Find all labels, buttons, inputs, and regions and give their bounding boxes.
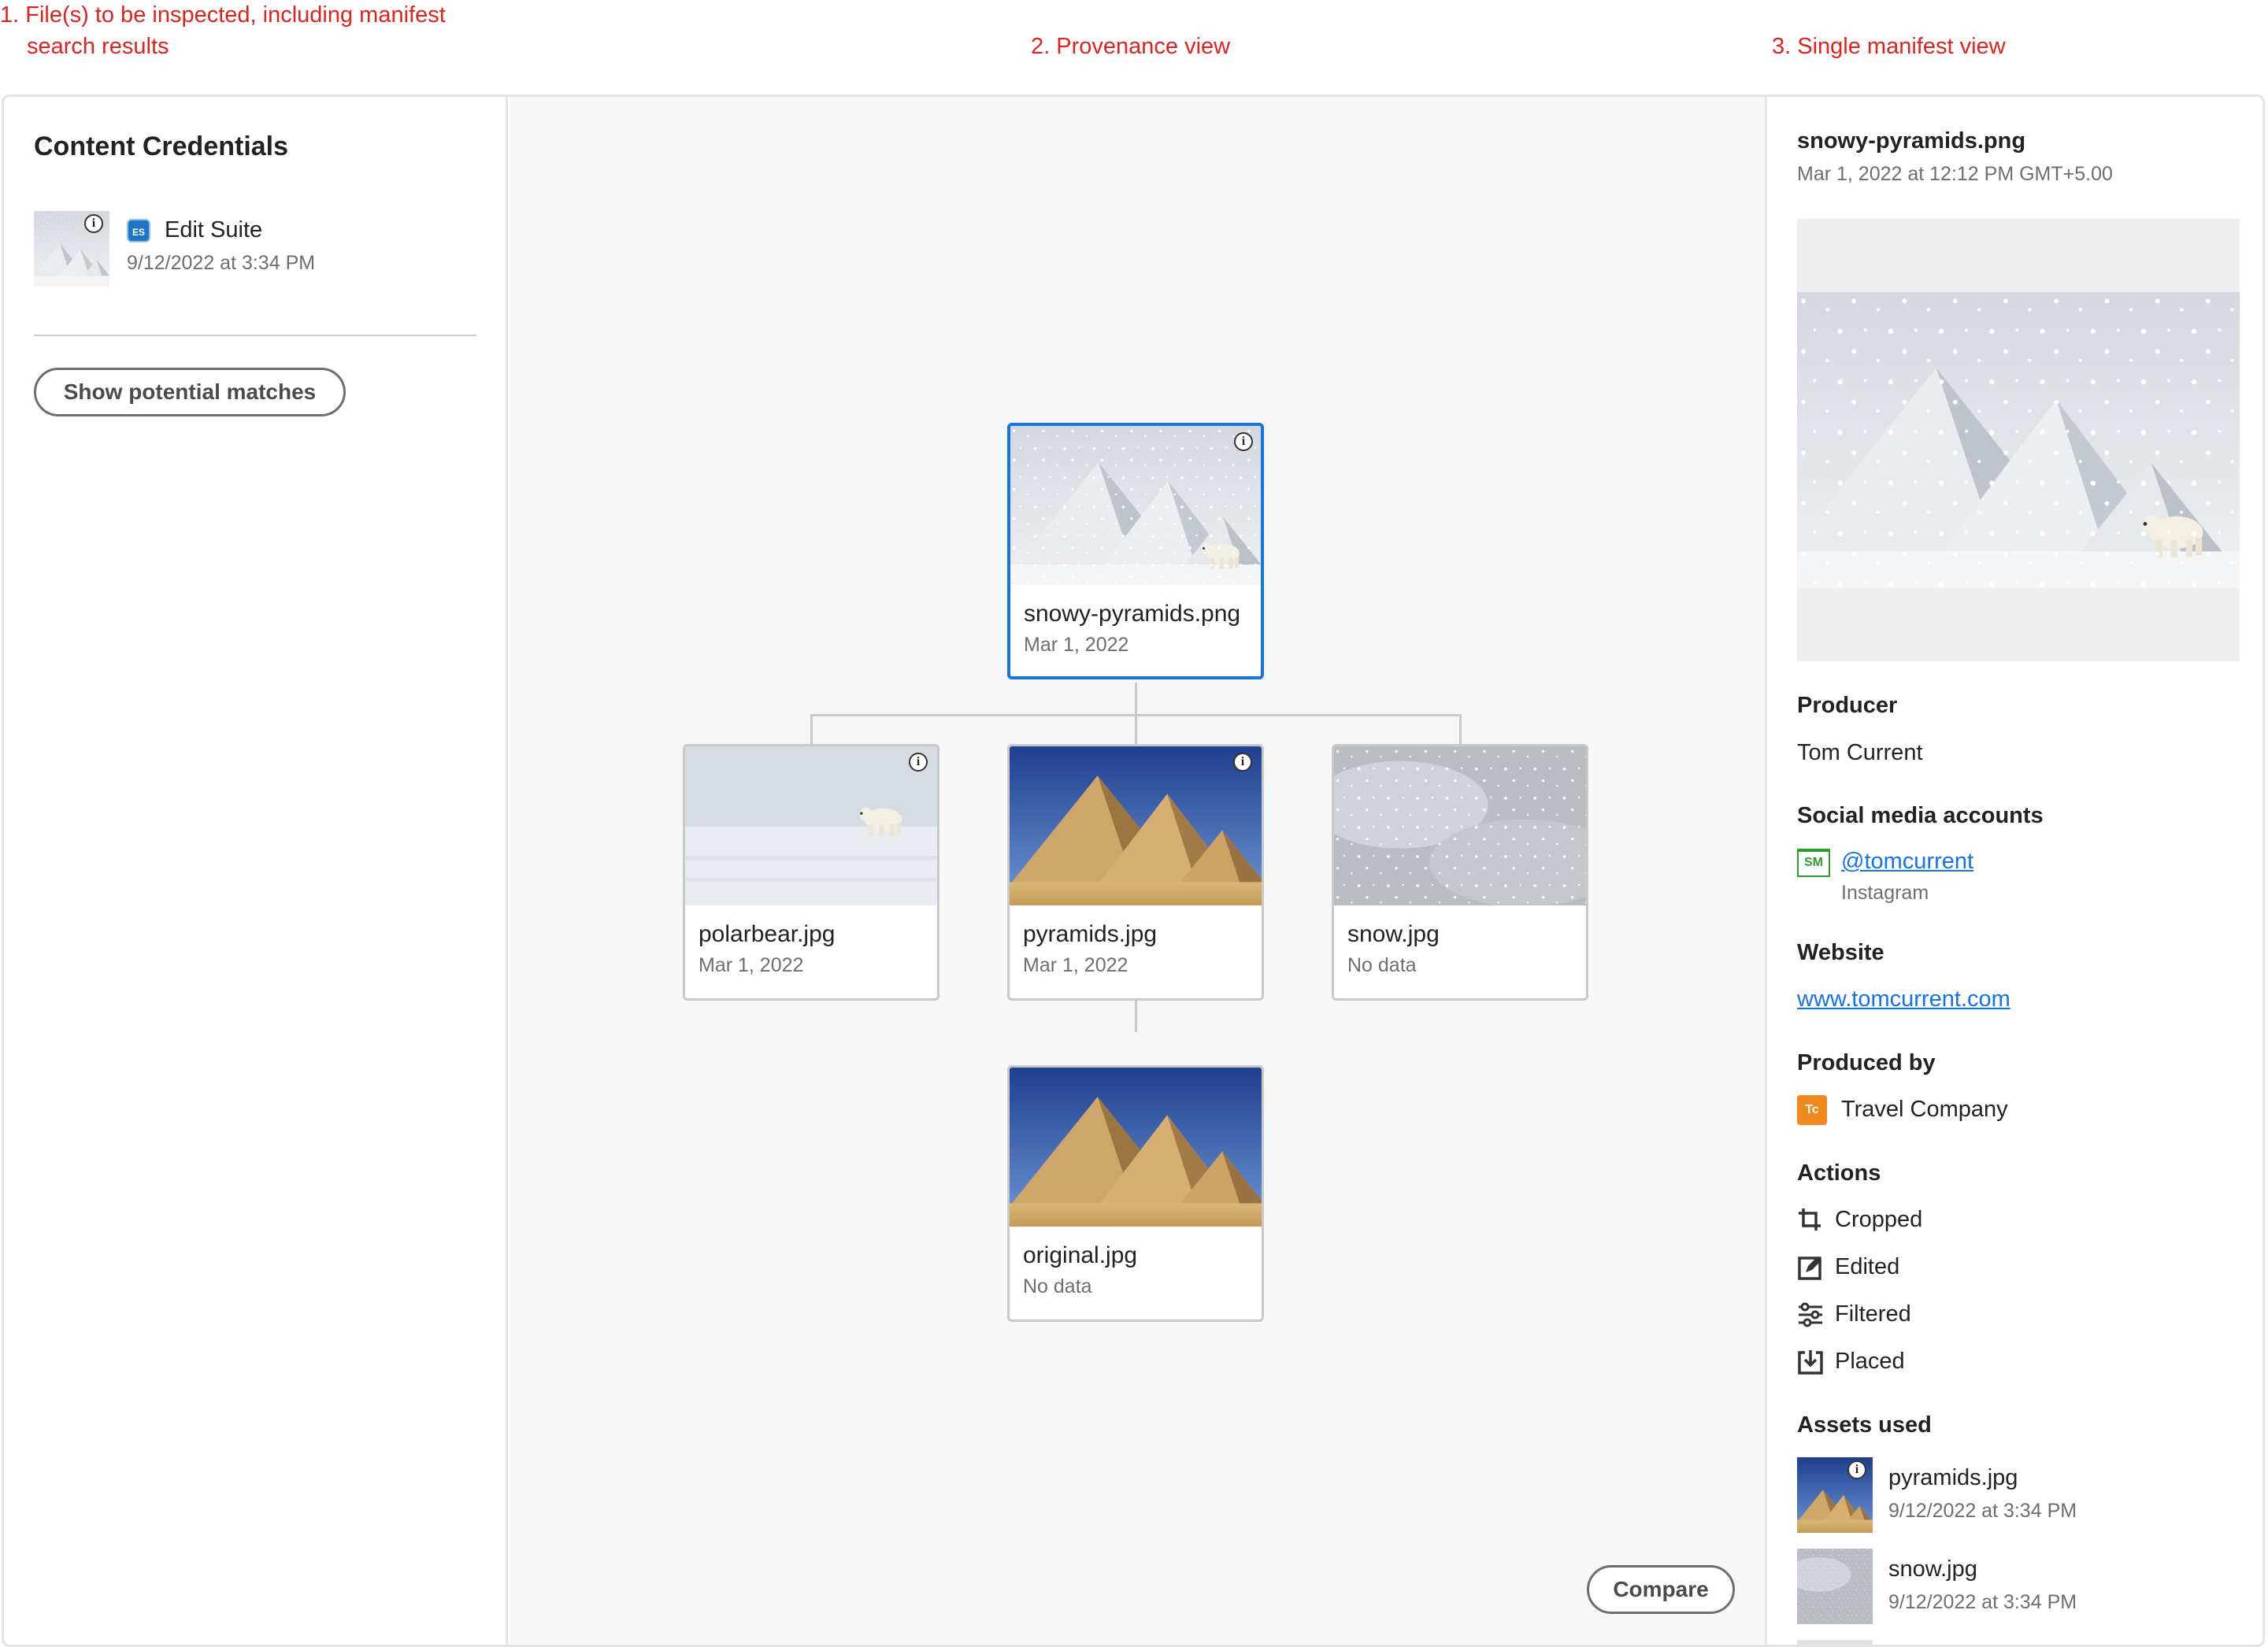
- file-panel: Content Credentials i ES Edit Suite 9/12…: [4, 97, 508, 1645]
- node-name: polarbear.jpg: [699, 921, 836, 947]
- connector-root: [1135, 683, 1137, 716]
- annotation-col1-line2: search results: [27, 34, 169, 59]
- node-thumbnail: [1010, 426, 1261, 585]
- node-thumbnail: [1010, 1068, 1262, 1227]
- asset-thumbnail: [1797, 1549, 1873, 1624]
- node-name: snow.jpg: [1347, 921, 1440, 947]
- inspector-window: Content Credentials i ES Edit Suite 9/12…: [2, 94, 2265, 1647]
- asset-date: 9/12/2022 at 3:34 PM: [1888, 1500, 2077, 1522]
- node-snow[interactable]: snow.jpg No data: [1332, 744, 1588, 1001]
- divider: [34, 335, 476, 336]
- node-original[interactable]: original.jpg No data: [1007, 1065, 1264, 1322]
- asset-name: snow.jpg: [1888, 1556, 1977, 1582]
- action-filtered: Filtered: [1835, 1301, 1911, 1327]
- info-icon[interactable]: i: [1234, 432, 1253, 451]
- website-link[interactable]: www.tomcurrent.com: [1797, 986, 2010, 1012]
- file-app-name: Edit Suite: [165, 217, 263, 242]
- show-potential-matches-button[interactable]: Show potential matches: [34, 368, 346, 416]
- node-name: pyramids.jpg: [1023, 921, 1158, 947]
- action-cropped: Cropped: [1835, 1207, 1923, 1232]
- produced-by-value: Travel Company: [1841, 1097, 2008, 1122]
- manifest-title: snowy-pyramids.png: [1797, 128, 2026, 154]
- asset-item-pyramids[interactable]: i pyramids.jpg 9/12/2022 at 3:34 PM: [1797, 1457, 2238, 1536]
- connector-bottom: [1135, 999, 1137, 1032]
- connector-right: [1459, 714, 1462, 744]
- node-thumbnail: [1010, 746, 1262, 905]
- travel-company-icon: Tc: [1797, 1095, 1827, 1125]
- node-polarbear[interactable]: i polarbear.jpg Mar 1, 2022: [683, 744, 939, 1001]
- manifest-panel: snowy-pyramids.png Mar 1, 2022 at 12:12 …: [1765, 97, 2262, 1645]
- node-name: snowy-pyramids.png: [1024, 601, 1241, 627]
- node-thumbnail: [1334, 746, 1586, 905]
- node-name: original.jpg: [1023, 1242, 1138, 1268]
- social-label: Social media accounts: [1797, 803, 2044, 828]
- file-date: 9/12/2022 at 3:34 PM: [127, 252, 316, 274]
- info-icon[interactable]: i: [1233, 753, 1252, 772]
- asset-name: pyramids.jpg: [1888, 1465, 2018, 1490]
- producer-label: Producer: [1797, 693, 1898, 718]
- info-icon[interactable]: i: [1847, 1460, 1866, 1479]
- file-item[interactable]: i ES Edit Suite 9/12/2022 at 3:34 PM: [34, 211, 475, 290]
- asset-date: 9/12/2022 at 3:34 PM: [1888, 1591, 2077, 1613]
- provenance-view: i snowy-pyramids.png Mar 1, 2022 i polar…: [510, 97, 1765, 1645]
- asset-item-snow[interactable]: snow.jpg 9/12/2022 at 3:34 PM: [1797, 1549, 2238, 1627]
- annotation-col3: 3. Single manifest view: [1772, 34, 2006, 59]
- producer-value: Tom Current: [1797, 740, 1923, 765]
- node-date: No data: [1347, 954, 1417, 976]
- crop-icon: [1799, 1208, 1821, 1231]
- action-placed: Placed: [1835, 1349, 1905, 1374]
- node-date: Mar 1, 2022: [699, 954, 804, 976]
- filter-icon: [1799, 1302, 1822, 1327]
- node-date: Mar 1, 2022: [1024, 634, 1129, 656]
- node-pyramids[interactable]: i pyramids.jpg Mar 1, 2022: [1007, 744, 1264, 1001]
- website-label: Website: [1797, 940, 1884, 965]
- edit-suite-app-icon: ES: [127, 219, 150, 242]
- connector-left: [810, 714, 813, 744]
- assets-label: Assets used: [1797, 1412, 1932, 1438]
- social-platform: Instagram: [1841, 882, 1929, 904]
- action-edited: Edited: [1835, 1254, 1900, 1279]
- annotation-col1: 1. File(s) to be inspected, including ma…: [0, 2, 446, 28]
- edit-icon: [1798, 1257, 1821, 1280]
- info-icon[interactable]: i: [909, 753, 928, 772]
- manifest-preview: [1797, 219, 2240, 661]
- social-handle-link[interactable]: @tomcurrent: [1841, 849, 1973, 875]
- social-media-icon: SM: [1797, 849, 1830, 877]
- node-date: No data: [1023, 1275, 1092, 1297]
- annotation-col2: 2. Provenance view: [1031, 34, 1231, 59]
- place-icon: [1798, 1350, 1823, 1375]
- node-date: Mar 1, 2022: [1023, 954, 1128, 976]
- info-icon[interactable]: i: [84, 214, 103, 233]
- compare-button[interactable]: Compare: [1587, 1565, 1735, 1614]
- actions-label: Actions: [1797, 1160, 1881, 1186]
- manifest-date: Mar 1, 2022 at 12:12 PM GMT+5.00: [1797, 163, 2113, 185]
- node-snowy-pyramids[interactable]: i snowy-pyramids.png Mar 1, 2022: [1007, 423, 1264, 679]
- connector-middle: [1135, 714, 1137, 744]
- node-thumbnail: [685, 746, 937, 905]
- panel-title: Content Credentials: [34, 131, 289, 161]
- produced-by-label: Produced by: [1797, 1050, 1936, 1075]
- asset-thumbnail-partial: [1797, 1640, 1873, 1645]
